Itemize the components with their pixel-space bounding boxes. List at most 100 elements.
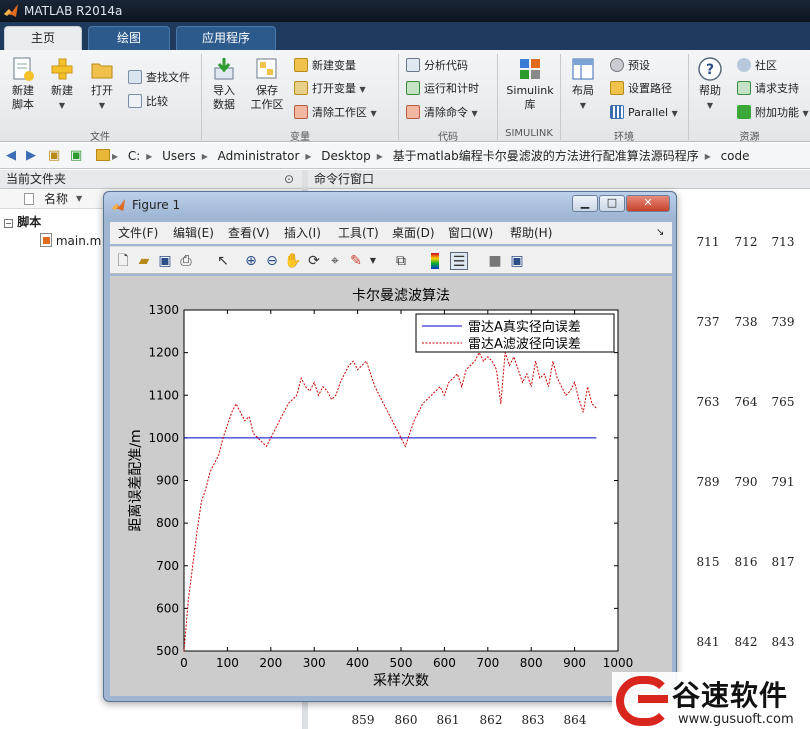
- preferences-button[interactable]: 预设: [610, 56, 650, 76]
- output-number: 764: [734, 395, 758, 409]
- ribbon-tab-row: 主页 绘图 应用程序: [0, 22, 810, 50]
- figure-titlebar: Figure 1 ▁ □ ✕: [104, 192, 676, 218]
- open-file-icon[interactable]: ▰: [135, 252, 153, 270]
- tab-home[interactable]: 主页: [4, 26, 82, 50]
- preferences-label: 预设: [628, 59, 650, 72]
- watermark-url: www.gusuoft.com: [678, 712, 794, 727]
- menu-insert[interactable]: 插入(I): [284, 222, 321, 244]
- back-arrow-icon[interactable]: ◀: [6, 143, 16, 169]
- new-script-button[interactable]: 新建 脚本: [4, 56, 42, 112]
- breadcrumb-item[interactable]: Users: [162, 149, 196, 163]
- browse-folder-icon[interactable]: ▣: [70, 143, 82, 169]
- brush-icon[interactable]: ✎: [347, 252, 365, 270]
- zoom-out-icon[interactable]: ⊖: [263, 252, 281, 270]
- set-path-label: 设置路径: [628, 82, 672, 95]
- compare-button[interactable]: 比较: [128, 92, 168, 112]
- parallel-button[interactable]: Parallel ▼: [610, 103, 678, 123]
- brush-dropdown-icon[interactable]: ▼: [364, 252, 382, 270]
- clear-commands-button[interactable]: 清除命令 ▼: [406, 103, 478, 123]
- dock-arrow-icon[interactable]: ↘: [656, 222, 664, 244]
- legend-icon[interactable]: ☰: [450, 252, 468, 270]
- breadcrumb-item[interactable]: Desktop: [321, 149, 371, 163]
- link-plot-icon[interactable]: ⧉: [392, 252, 410, 270]
- new-dropdown-icon: ▼: [58, 101, 66, 110]
- maximize-button[interactable]: □: [599, 195, 625, 212]
- breadcrumb-item[interactable]: 基于matlab编程卡尔曼滤波的方法进行配准算法源码程序: [393, 149, 699, 163]
- breadcrumb-item[interactable]: C:: [128, 149, 140, 163]
- tab-plots[interactable]: 绘图: [88, 26, 170, 50]
- name-column-header[interactable]: 名称: [44, 189, 68, 209]
- save-workspace-button[interactable]: 保存 工作区: [246, 56, 288, 112]
- pan-hand-icon[interactable]: ✋: [284, 252, 302, 270]
- find-files-button[interactable]: 查找文件: [128, 68, 190, 88]
- request-support-button[interactable]: 请求支持: [737, 79, 799, 99]
- clear-workspace-dropdown-icon: ▼: [370, 109, 377, 118]
- simulink-label2: 库: [524, 98, 536, 111]
- menu-window[interactable]: 窗口(W): [448, 222, 493, 244]
- parallel-icon: [610, 105, 624, 119]
- community-button[interactable]: 社区: [737, 56, 777, 76]
- current-folder-title: 当前文件夹: [6, 172, 67, 186]
- output-number: 842: [734, 635, 758, 649]
- rotate-3d-icon[interactable]: ⟳: [305, 252, 323, 270]
- open-button[interactable]: 打开 ▼: [84, 56, 120, 113]
- layout-button[interactable]: 布局 ▼: [564, 56, 602, 113]
- add-ons-button[interactable]: 附加功能 ▼: [737, 103, 809, 123]
- list-group[interactable]: − 脚本: [4, 213, 41, 230]
- show-plot-tools-icon[interactable]: ▣: [508, 252, 526, 270]
- open-variable-button[interactable]: 打开变量 ▼: [294, 79, 366, 99]
- menu-help[interactable]: 帮助(H): [510, 222, 552, 244]
- simulink-library-button[interactable]: Simulink 库: [503, 56, 557, 112]
- data-cursor-icon[interactable]: ⌖: [326, 252, 344, 270]
- new-variable-button[interactable]: 新建变量: [294, 56, 356, 76]
- output-number: 713: [771, 235, 795, 249]
- analyze-code-label: 分析代码: [424, 59, 468, 72]
- hide-plot-tools-icon[interactable]: ■: [486, 252, 504, 270]
- new-button[interactable]: 新建 ▼: [44, 56, 80, 113]
- zoom-in-icon[interactable]: ⊕: [242, 252, 260, 270]
- output-number: 738: [734, 315, 758, 329]
- figure-toolbar: 🗋 ▰ ▣ ⎙ ↖ ⊕ ⊖ ✋ ⟳ ⌖ ✎ ▼ ⧉ ☰ ■ ▣: [110, 246, 672, 274]
- menu-desktop[interactable]: 桌面(D): [392, 222, 435, 244]
- import-data-button[interactable]: 导入 数据: [205, 56, 243, 112]
- menu-edit[interactable]: 编辑(E): [173, 222, 214, 244]
- forward-arrow-icon[interactable]: ▶: [26, 143, 36, 169]
- analyze-code-button[interactable]: 分析代码: [406, 56, 468, 76]
- collapse-icon[interactable]: −: [4, 219, 13, 228]
- output-number: 739: [771, 315, 795, 329]
- x-tick-label: 700: [476, 656, 499, 670]
- parallel-label: Parallel: [628, 106, 669, 119]
- close-button[interactable]: ✕: [626, 195, 670, 212]
- menu-tools[interactable]: 工具(T): [338, 222, 379, 244]
- clear-workspace-button[interactable]: 清除工作区 ▼: [294, 103, 377, 123]
- run-and-time-button[interactable]: 运行和计时: [406, 79, 479, 99]
- x-tick-label: 600: [433, 656, 456, 670]
- menu-view[interactable]: 查看(V): [228, 222, 270, 244]
- x-tick-label: 300: [303, 656, 326, 670]
- new-figure-icon[interactable]: 🗋: [114, 252, 132, 270]
- layout-icon: [572, 58, 594, 80]
- save-icon[interactable]: ▣: [156, 252, 174, 270]
- set-path-icon: [610, 81, 624, 95]
- community-icon: [737, 58, 751, 72]
- variable-group-label: 变量: [290, 132, 310, 143]
- y-tick-label: 1200: [148, 346, 179, 360]
- list-item[interactable]: main.m: [40, 233, 101, 248]
- tab-apps[interactable]: 应用程序: [176, 26, 276, 50]
- breadcrumb-item[interactable]: Administrator: [218, 149, 300, 163]
- colorbar-icon[interactable]: [431, 253, 439, 269]
- output-number: 765: [771, 395, 795, 409]
- set-path-button[interactable]: 设置路径: [610, 79, 672, 99]
- menu-file[interactable]: 文件(F): [118, 222, 158, 244]
- panel-menu-icon[interactable]: ⊙: [284, 170, 294, 188]
- breadcrumb-item[interactable]: code: [721, 149, 750, 163]
- up-folder-icon[interactable]: ▣: [48, 143, 60, 169]
- help-button[interactable]: ? 帮助 ▼: [692, 56, 728, 113]
- compare-label: 比较: [146, 95, 168, 108]
- print-icon[interactable]: ⎙: [177, 252, 195, 270]
- minimize-button[interactable]: ▁: [572, 195, 598, 212]
- matlab-logo-icon: [4, 4, 18, 17]
- parallel-dropdown-icon: ▼: [671, 109, 678, 118]
- select-arrow-icon[interactable]: ↖: [214, 252, 232, 270]
- figure-title: Figure 1: [132, 198, 181, 212]
